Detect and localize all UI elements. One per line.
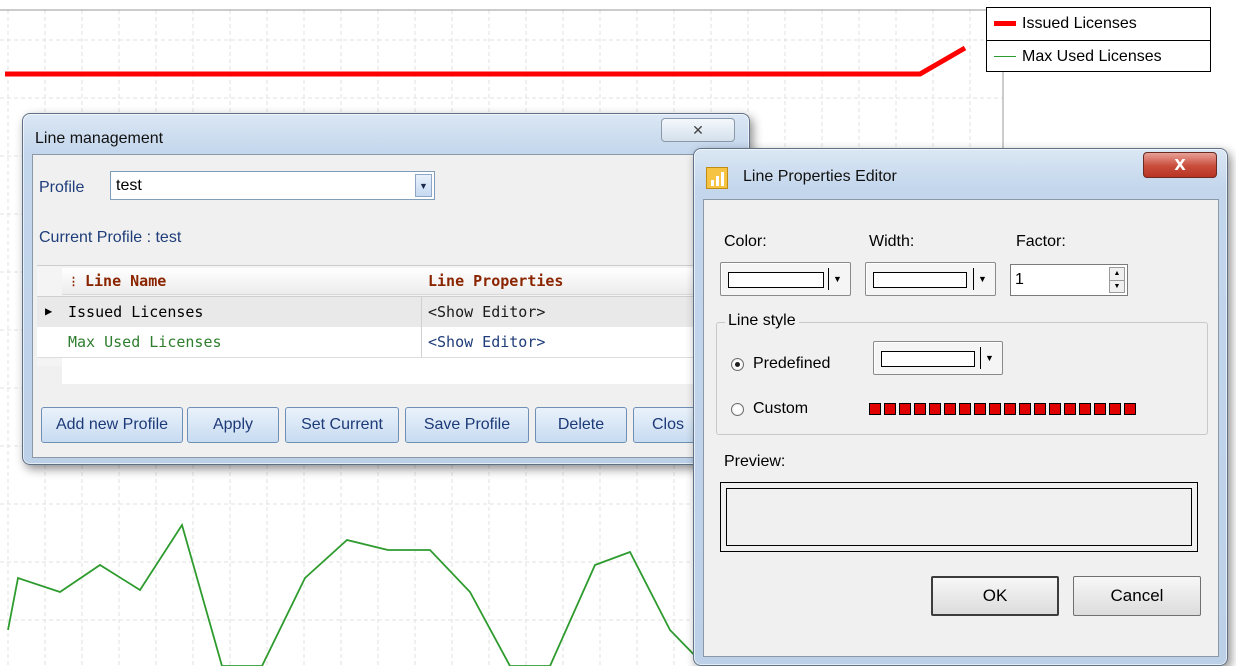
cell-line-properties[interactable]: <Show Editor> (422, 297, 737, 327)
column-grip-icon: ⋮ (68, 274, 79, 288)
legend-label: Issued Licenses (1022, 14, 1137, 32)
spinner-buttons[interactable]: ▲ ▼ (1109, 267, 1125, 293)
table-row[interactable]: Max Used Licenses <Show Editor> (37, 327, 737, 358)
color-label: Color: (724, 233, 767, 250)
factor-stepper[interactable]: 1 ▲ ▼ (1010, 264, 1128, 296)
style-swatch (881, 351, 975, 367)
line-style-group: Line style Predefined ▼ Custom (716, 312, 1208, 435)
custom-pattern-segment[interactable] (1034, 403, 1046, 415)
predefined-style-picker[interactable]: ▼ (873, 341, 1003, 375)
legend-label: Max Used Licenses (1022, 47, 1162, 65)
close-button[interactable]: ✕ (661, 118, 735, 142)
line-management-body: Profile test ▼ Current Profile : test ⋮ … (32, 154, 740, 458)
factor-value[interactable]: 1 (1015, 271, 1024, 289)
custom-radio[interactable] (731, 403, 744, 416)
current-profile-label: Current Profile : test (39, 229, 182, 246)
custom-pattern-segment[interactable] (899, 403, 911, 415)
custom-pattern-segment[interactable] (1004, 403, 1016, 415)
close-button[interactable]: X (1143, 152, 1217, 178)
set-current-button[interactable]: Set Current (285, 407, 399, 443)
column-header-line-properties[interactable]: Line Properties (422, 268, 737, 294)
window-title: Line Properties Editor (743, 168, 897, 185)
profile-select-value: test (116, 176, 142, 194)
line-properties-editor-window: Line Properties Editor X Color: Width: F… (693, 148, 1228, 666)
close-icon: X (1174, 156, 1186, 174)
column-header-label: Line Properties (428, 272, 564, 290)
chart-app-icon (706, 167, 728, 189)
apply-button[interactable]: Apply (187, 407, 279, 443)
cell-line-properties[interactable]: <Show Editor> (422, 327, 737, 357)
profile-select[interactable]: test ▼ (110, 171, 435, 200)
column-header-label: Line Name (85, 272, 167, 290)
save-profile-button[interactable]: Save Profile (405, 407, 529, 443)
custom-pattern-segment[interactable] (1049, 403, 1061, 415)
ok-button[interactable]: OK (931, 576, 1059, 616)
custom-pattern-editor[interactable] (869, 403, 1136, 415)
custom-pattern-segment[interactable] (914, 403, 926, 415)
custom-pattern-segment[interactable] (1064, 403, 1076, 415)
custom-pattern-segment[interactable] (929, 403, 941, 415)
line-properties-body: Color: Width: Factor: ▼ ▼ 1 ▲ ▼ Line sty… (703, 199, 1219, 657)
chevron-down-icon[interactable]: ▼ (973, 268, 991, 290)
spin-up-icon[interactable]: ▲ (1110, 268, 1124, 280)
custom-pattern-segment[interactable] (884, 403, 896, 415)
profile-label: Profile (39, 179, 85, 196)
legend-item-issued-licenses: Issued Licenses (987, 8, 1210, 39)
width-label: Width: (869, 233, 915, 250)
custom-pattern-segment[interactable] (869, 403, 881, 415)
width-swatch (873, 272, 967, 288)
predefined-label[interactable]: Predefined (753, 355, 830, 373)
legend-swatch-green (994, 56, 1016, 57)
custom-pattern-segment[interactable] (974, 403, 986, 415)
custom-pattern-segment[interactable] (944, 403, 956, 415)
cell-line-name[interactable]: Issued Licenses (62, 297, 422, 327)
factor-label: Factor: (1016, 233, 1066, 250)
cancel-button[interactable]: Cancel (1073, 576, 1201, 616)
custom-pattern-segment[interactable] (1109, 403, 1121, 415)
custom-pattern-segment[interactable] (1019, 403, 1031, 415)
series-max-used-licenses-line (7, 522, 706, 666)
custom-label[interactable]: Custom (753, 400, 808, 418)
line-management-window: Line management ✕ Profile test ▼ Current… (22, 113, 750, 465)
cell-line-name[interactable]: Max Used Licenses (62, 327, 422, 357)
predefined-radio[interactable] (731, 358, 744, 371)
preview-label: Preview: (724, 453, 786, 470)
custom-pattern-segment[interactable] (1094, 403, 1106, 415)
add-new-profile-button[interactable]: Add new Profile (41, 407, 183, 443)
column-header-line-name[interactable]: ⋮ Line Name (62, 268, 422, 294)
width-picker[interactable]: ▼ (865, 262, 996, 296)
chevron-down-icon[interactable]: ▼ (828, 268, 846, 290)
custom-pattern-segment[interactable] (989, 403, 1001, 415)
legend-swatch-red (994, 21, 1016, 26)
grid-empty-row (62, 358, 737, 384)
custom-pattern-segment[interactable] (1124, 403, 1136, 415)
color-swatch (728, 272, 824, 288)
preview-area (720, 482, 1198, 552)
preview-inner-frame (726, 488, 1192, 546)
lines-grid: ⋮ Line Name Line Properties ▶ Issued Lic… (37, 265, 737, 384)
spin-down-icon[interactable]: ▼ (1110, 279, 1124, 292)
chart-legend: Issued Licenses Max Used Licenses (986, 7, 1211, 72)
chevron-down-icon[interactable]: ▼ (415, 174, 432, 197)
custom-pattern-segment[interactable] (1079, 403, 1091, 415)
table-row[interactable]: ▶ Issued Licenses <Show Editor> (37, 296, 737, 328)
window-title: Line management (35, 130, 164, 147)
legend-item-max-used-licenses: Max Used Licenses (987, 40, 1210, 72)
series-issued-licenses-line (5, 45, 967, 77)
row-selector-icon: ▶ (45, 304, 53, 318)
delete-button[interactable]: Delete (535, 407, 627, 443)
close-icon: ✕ (692, 121, 704, 138)
line-style-label: Line style (725, 312, 799, 330)
chevron-down-icon[interactable]: ▼ (980, 347, 998, 369)
grid-header: ⋮ Line Name Line Properties (62, 268, 737, 295)
color-picker[interactable]: ▼ (720, 262, 851, 296)
custom-pattern-segment[interactable] (959, 403, 971, 415)
